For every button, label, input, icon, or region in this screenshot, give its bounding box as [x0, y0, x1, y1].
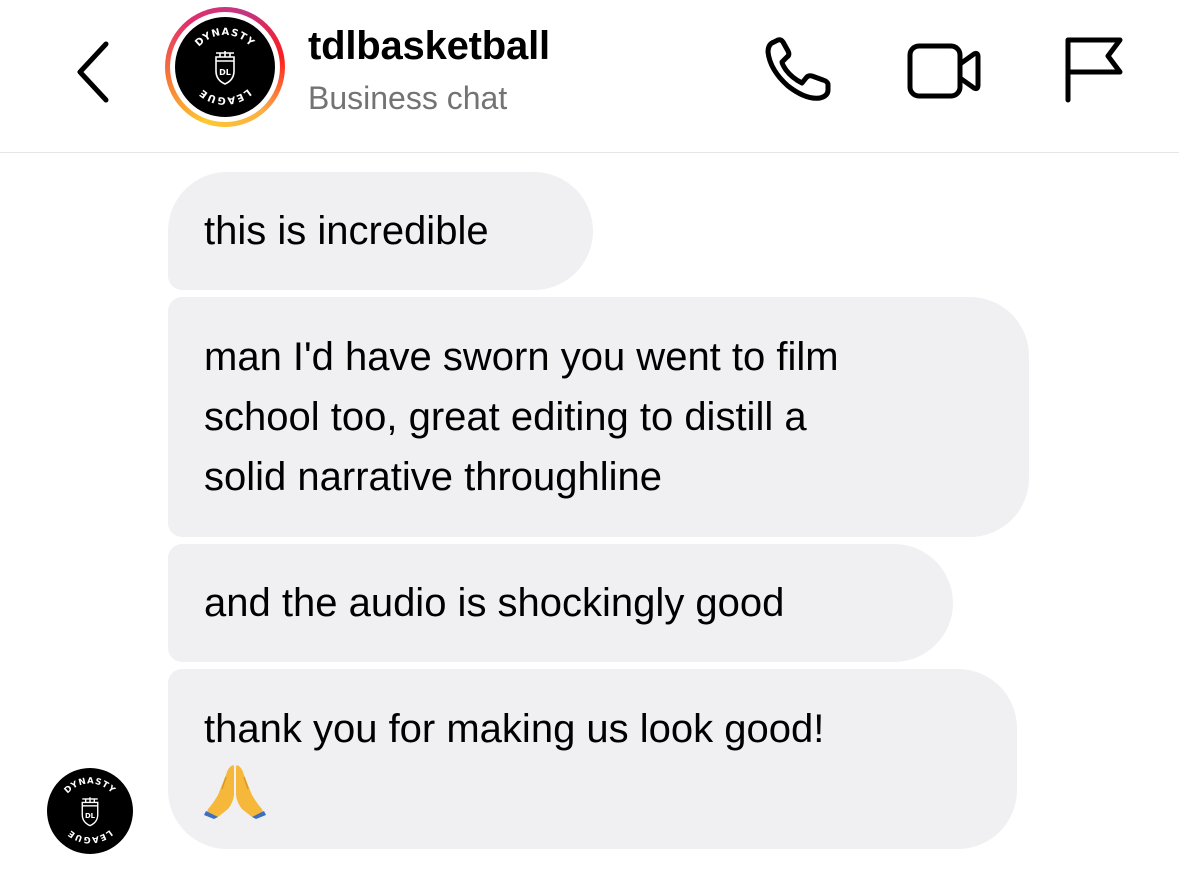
report-button[interactable] [1058, 34, 1128, 106]
flag-icon [1065, 37, 1123, 103]
video-camera-icon [907, 43, 981, 99]
message-text: thank you for making us look good! [204, 707, 825, 751]
sender-avatar[interactable]: DYNASTY LEAGUE DL [47, 768, 133, 854]
logo-badge-text: DL [219, 68, 231, 77]
message-text: school too, great editing to distill a [204, 395, 807, 439]
profile-avatar[interactable]: DYNASTY LEAGUE DL [165, 7, 285, 127]
chevron-left-icon [77, 41, 109, 103]
chat-title-block[interactable]: tdlbasketball Business chat [308, 20, 550, 118]
message-text: solid narrative throughline [204, 455, 663, 499]
logo-badge-text: DL [85, 812, 96, 820]
message-bubble[interactable]: and the audio is shockingly good [168, 544, 953, 662]
chat-username: tdlbasketball [308, 24, 550, 68]
message-text: this is incredible [204, 209, 489, 253]
dynasty-league-logo: DYNASTY LEAGUE DL [47, 768, 133, 854]
chat-screen: DYNASTY LEAGUE DL tdlbasketball Business… [0, 0, 1179, 885]
message-bubble[interactable]: this is incredible [168, 172, 593, 290]
folded-hands-emoji [204, 765, 266, 819]
dynasty-league-logo: DYNASTY LEAGUE DL [175, 17, 275, 117]
chat-subtitle: Business chat [308, 80, 508, 116]
message-text: man I'd have sworn you went to film [204, 335, 839, 379]
phone-icon [765, 37, 831, 101]
message-bubble[interactable]: man I'd have sworn you went to film scho… [168, 297, 1029, 537]
video-call-button[interactable] [900, 36, 986, 104]
message-text: and the audio is shockingly good [204, 581, 785, 625]
chat-header: DYNASTY LEAGUE DL tdlbasketball Business… [0, 0, 1179, 153]
back-button[interactable] [68, 36, 128, 106]
message-bubble[interactable]: thank you for making us look good! [168, 669, 1017, 849]
call-button[interactable] [760, 34, 836, 104]
